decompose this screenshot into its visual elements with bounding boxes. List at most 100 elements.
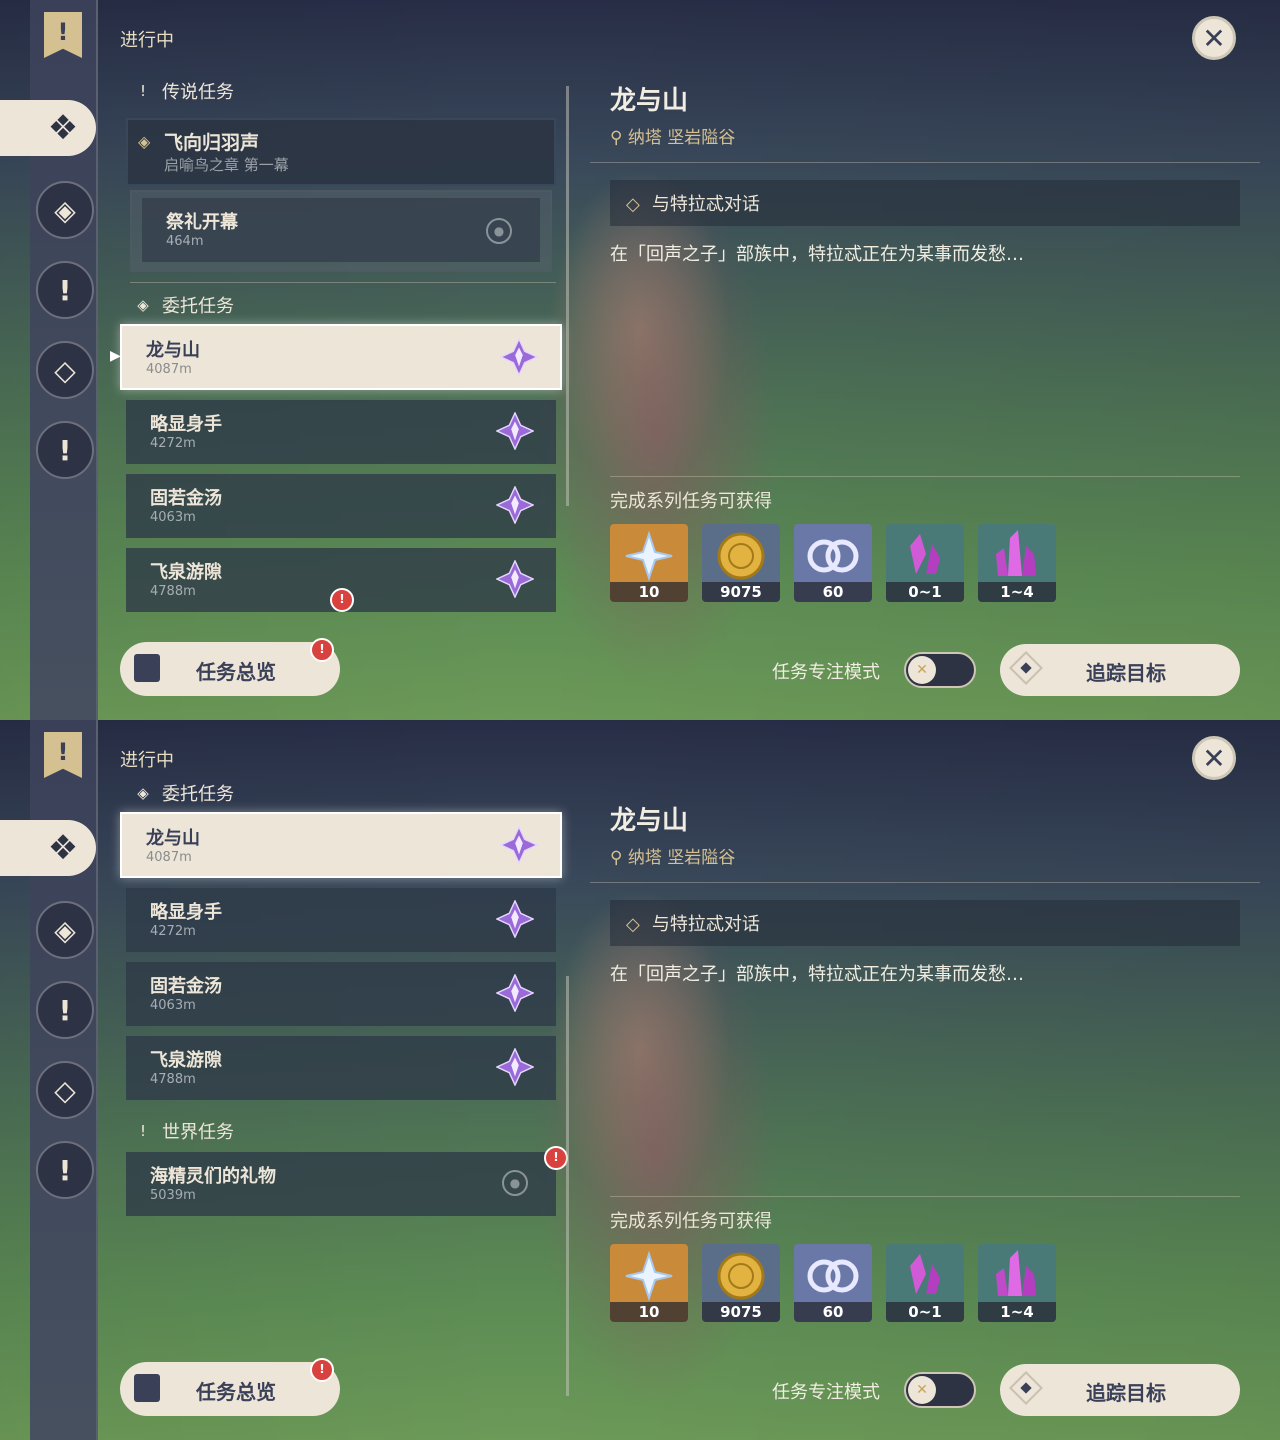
commission-name: 飞泉游隙 — [150, 1050, 222, 1071]
track-target-label: 追踪目标 — [1086, 1381, 1166, 1405]
subquest-dist: 464m — [166, 234, 204, 249]
section-commission: ◈ 委托任务 — [134, 780, 234, 806]
all-quests-icon[interactable]: ❖ — [36, 821, 90, 875]
toggle-off-icon: ✕ — [908, 1376, 936, 1404]
track-target-button[interactable]: 追踪目标 — [1000, 1364, 1240, 1416]
legend-diamond-icon: ◈ — [138, 132, 151, 151]
world-quest-dist: 5039m — [150, 1188, 196, 1203]
rewards-label: 完成系列任务可获得 — [610, 491, 772, 512]
focus-mode-toggle[interactable]: ✕ — [904, 652, 976, 688]
commission-star-icon — [500, 338, 538, 376]
alert-badge-icon: ! — [310, 638, 334, 662]
commission-item[interactable]: 固若金汤 4063m — [126, 962, 556, 1026]
section-commission-label: 委托任务 — [162, 296, 234, 317]
commission-tab-icon[interactable]: ◇ — [36, 341, 94, 399]
legend-quest-item[interactable]: ◈ 飞向归羽声 启喻鸟之章 第一幕 — [126, 118, 556, 186]
reward-mora[interactable]: 9075 — [702, 1244, 780, 1322]
archon-quest-tab-icon[interactable]: ◈ — [36, 181, 94, 239]
commission-item[interactable]: 固若金汤 4063m — [126, 474, 556, 538]
reward-count: 60 — [794, 582, 872, 602]
reward-primogem[interactable]: 10 — [610, 1244, 688, 1322]
legend-quest-tab-icon[interactable]: ! — [36, 261, 94, 319]
objective-text: 与特拉忒对话 — [651, 194, 760, 215]
commission-icon: ◈ — [137, 784, 149, 802]
reward-crystal-large[interactable]: 1~4 — [978, 1244, 1056, 1322]
reward-primogem[interactable]: 10 — [610, 524, 688, 602]
world-quest-icon: ! — [139, 1122, 146, 1140]
quest-overview-button[interactable]: 任务总览 — [120, 642, 340, 696]
commission-item[interactable]: 略显身手 4272m — [126, 888, 556, 952]
all-quests-icon[interactable]: ❖ — [36, 101, 90, 155]
divider — [130, 282, 556, 283]
section-world: ! 世界任务 — [134, 1118, 234, 1144]
close-icon[interactable]: ✕ — [1192, 736, 1236, 780]
legend-quest-tab-icon[interactable]: ! — [36, 981, 94, 1039]
commission-item[interactable]: 略显身手 4272m — [126, 400, 556, 464]
commission-item-selected[interactable]: 龙与山 4087m — [120, 812, 562, 878]
commission-star-icon — [496, 412, 534, 450]
section-commission-label: 委托任务 — [162, 784, 234, 805]
reward-crystal-large[interactable]: 1~4 — [978, 524, 1056, 602]
focus-mode-toggle[interactable]: ✕ — [904, 1372, 976, 1408]
commission-star-icon — [496, 1048, 534, 1086]
commission-name: 固若金汤 — [150, 488, 222, 509]
reward-count: 0~1 — [886, 582, 964, 602]
commission-star-icon — [500, 826, 538, 864]
focus-mode-label: 任务专注模式 — [772, 662, 880, 683]
reward-crystal-small[interactable]: 0~1 — [886, 524, 964, 602]
quest-overview-label: 任务总览 — [196, 660, 276, 684]
detail-location: ⚲ 纳塔 坚岩隘谷 — [610, 123, 735, 148]
primogem-icon — [625, 1250, 673, 1302]
reward-count: 0~1 — [886, 1302, 964, 1322]
location-pin-icon[interactable]: ● — [502, 1170, 528, 1196]
commission-dist: 4788m — [150, 584, 196, 599]
commission-star-icon — [496, 560, 534, 598]
reward-count: 1~4 — [978, 1302, 1056, 1322]
legend-subquest-item[interactable]: 祭礼开幕 464m ● — [130, 190, 552, 272]
reward-count: 1~4 — [978, 582, 1056, 602]
reward-count: 9075 — [702, 582, 780, 602]
commission-dist: 4272m — [150, 924, 196, 939]
archon-quest-tab-icon[interactable]: ◈ — [36, 901, 94, 959]
reward-mora[interactable]: 9075 — [702, 524, 780, 602]
commission-tab-icon[interactable]: ◇ — [36, 1061, 94, 1119]
detail-title: 龙与山 — [610, 806, 689, 836]
scrollbar[interactable] — [566, 86, 569, 506]
alert-badge-icon: ! — [310, 1358, 334, 1382]
page-title: 进行中 — [120, 30, 174, 51]
location-pin-icon[interactable]: ● — [486, 218, 512, 244]
focus-mode-label: 任务专注模式 — [772, 1382, 880, 1403]
divider — [610, 476, 1240, 477]
section-world-label: 世界任务 — [162, 1122, 234, 1143]
objective-diamond-icon: ◇ — [626, 914, 640, 935]
world-quest-item[interactable]: 海精灵们的礼物 5039m ● — [126, 1152, 556, 1216]
commission-item[interactable]: 飞泉游隙 4788m — [126, 1036, 556, 1100]
commission-item-selected[interactable]: 龙与山 4087m — [120, 324, 562, 390]
track-target-button[interactable]: 追踪目标 — [1000, 644, 1240, 696]
divider — [590, 162, 1260, 163]
commission-name: 固若金汤 — [150, 976, 222, 997]
crystal-large-icon — [996, 1250, 1036, 1296]
quest-overview-button[interactable]: 任务总览 — [120, 1362, 340, 1416]
reward-adventure-exp[interactable]: 60 — [794, 524, 872, 602]
commission-star-icon — [496, 486, 534, 524]
reward-count: 9075 — [702, 1302, 780, 1322]
reward-count: 10 — [610, 582, 688, 602]
adventure-exp-icon — [807, 1259, 859, 1293]
world-quest-tab-icon[interactable]: ! — [36, 1141, 94, 1199]
reward-adventure-exp[interactable]: 60 — [794, 1244, 872, 1322]
quest-book-icon — [134, 1374, 160, 1402]
reward-count: 60 — [794, 1302, 872, 1322]
commission-dist: 4063m — [150, 510, 196, 525]
reward-crystal-small[interactable]: 0~1 — [886, 1244, 964, 1322]
world-quest-tab-icon[interactable]: ! — [36, 421, 94, 479]
quest-overview-label: 任务总览 — [196, 1380, 276, 1404]
crystal-small-icon — [910, 534, 940, 574]
primogem-icon — [625, 530, 673, 582]
detail-title: 龙与山 — [610, 86, 689, 116]
commission-name: 龙与山 — [146, 828, 200, 849]
quest-description: 在「回声之子」部族中，特拉忒正在为某事而发愁… — [610, 244, 1024, 265]
scrollbar[interactable] — [566, 976, 569, 1396]
objective-diamond-icon: ◇ — [626, 194, 640, 215]
close-icon[interactable]: ✕ — [1192, 16, 1236, 60]
